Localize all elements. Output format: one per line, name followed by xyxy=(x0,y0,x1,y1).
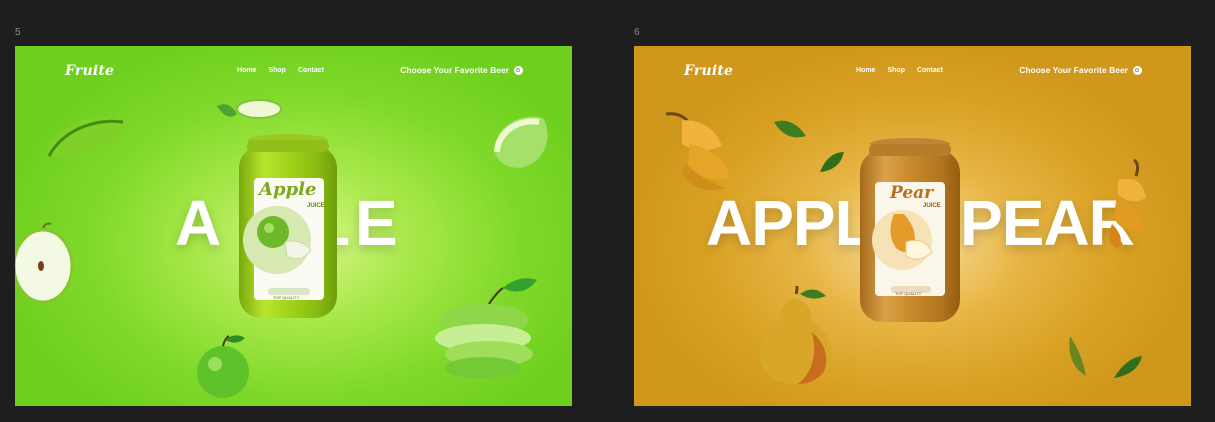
leaf-center xyxy=(820,152,844,172)
brand-logo[interactable]: Fruite xyxy=(65,63,114,79)
can-tag: TOP QUALITY xyxy=(273,295,300,300)
leaf-top xyxy=(774,120,806,138)
apple-half-top-right xyxy=(494,116,548,168)
choose-beer-label: Choose Your Favorite Beer xyxy=(400,65,509,75)
can-tag: TOP QUALITY xyxy=(895,291,922,296)
green-apple-bottom xyxy=(197,335,249,398)
frame-pear: Fruite Home Shop Contact Choose Your Fav… xyxy=(634,46,1191,406)
frame-apple: Fruite Home Shop Contact Choose Your Fav… xyxy=(15,46,572,406)
nav-links: Home Shop Contact xyxy=(856,67,943,74)
frame-label-6: 6 xyxy=(634,27,640,38)
pear-juice-can xyxy=(860,138,960,322)
frame-label-5: 5 xyxy=(15,27,21,38)
nav-link-shop[interactable]: Shop xyxy=(887,67,905,74)
choose-beer-label: Choose Your Favorite Beer xyxy=(1019,65,1128,75)
beer-icon xyxy=(514,65,523,75)
apple-slice-top-left xyxy=(45,116,127,158)
nav-link-home[interactable]: Home xyxy=(237,67,256,74)
can-subtitle: JUICE xyxy=(307,203,325,209)
nav-link-contact[interactable]: Contact xyxy=(917,67,943,74)
sliced-pear-right xyxy=(1109,158,1146,248)
nav-links: Home Shop Contact xyxy=(237,67,324,74)
brand-logo[interactable]: Fruite xyxy=(684,63,733,79)
can-subtitle: JUICE xyxy=(923,203,941,209)
apple-juice-can xyxy=(239,134,337,318)
can-title: Apple xyxy=(259,179,317,200)
beer-icon xyxy=(1133,65,1142,75)
hero-text-right: E xyxy=(355,187,398,259)
apple-slice-top xyxy=(217,99,282,119)
choose-beer-button[interactable]: Choose Your Favorite Beer xyxy=(400,65,523,75)
nav-link-shop[interactable]: Shop xyxy=(268,67,286,74)
hero-text-left: A xyxy=(175,187,221,259)
leaves-bottom-right xyxy=(1069,336,1142,378)
choose-beer-button[interactable]: Choose Your Favorite Beer xyxy=(1019,65,1142,75)
nav-link-contact[interactable]: Contact xyxy=(298,67,324,74)
can-title: Pear xyxy=(890,183,934,203)
hero-text-left: APPL xyxy=(706,187,874,259)
sliced-pear-top-left xyxy=(665,112,730,191)
sliced-apple-bottom-right xyxy=(435,278,537,379)
whole-pear-bottom xyxy=(759,286,833,384)
apple-half-left xyxy=(15,222,74,304)
nav-link-home[interactable]: Home xyxy=(856,67,875,74)
